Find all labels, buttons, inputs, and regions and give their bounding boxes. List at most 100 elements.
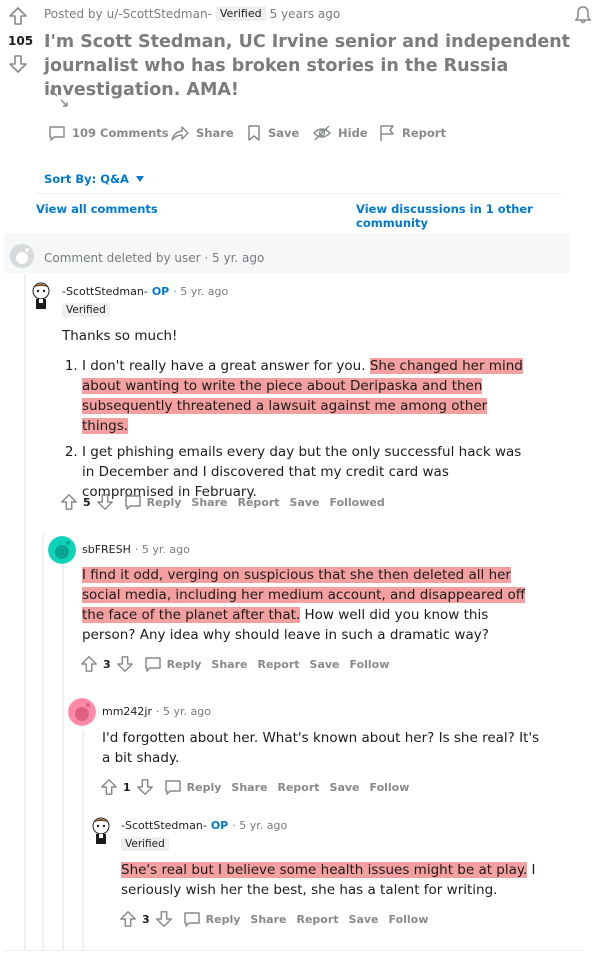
report-label: Report — [402, 126, 446, 140]
deleted-age: · 5 yr. ago — [204, 251, 265, 265]
hide-label: Hide — [338, 126, 368, 140]
thread-line[interactable] — [82, 730, 84, 950]
verified-badge: Verified — [62, 303, 110, 317]
reply-button[interactable]: Reply — [164, 778, 222, 796]
comment-author[interactable]: mm242jr — [102, 705, 152, 718]
share-button[interactable]: Share — [191, 496, 227, 509]
comments-button[interactable]: 109 Comments — [48, 124, 169, 142]
thread-line[interactable] — [24, 274, 26, 950]
comment-icon — [124, 495, 141, 510]
upvote-icon[interactable] — [100, 778, 118, 796]
share-button[interactable]: Share — [250, 913, 286, 926]
deleted-comment-text: Comment deleted by user · 5 yr. ago — [44, 251, 264, 265]
upvote-icon[interactable] — [8, 6, 28, 26]
comment-header: mm242jr · 5 yr. ago — [102, 705, 211, 718]
report-button[interactable]: Report — [296, 913, 338, 926]
save-button[interactable]: Save — [290, 496, 320, 509]
save-button[interactable]: Save — [349, 913, 379, 926]
comment-age[interactable]: · 5 yr. ago — [173, 285, 228, 298]
scott-avatar[interactable] — [88, 815, 114, 847]
save-label: Save — [268, 126, 300, 140]
comment-actions: 1 Reply Share Report Save Follow — [100, 778, 409, 796]
follow-button[interactable]: Followed — [330, 496, 385, 509]
comment-header: sbFRESH · 5 yr. ago — [82, 543, 190, 556]
comment-body: I find it odd, verging on suspicious tha… — [82, 565, 542, 645]
report-button[interactable]: Report — [257, 658, 299, 671]
scott-avatar[interactable] — [28, 280, 54, 312]
upvote-icon[interactable] — [119, 910, 137, 928]
posted-by-label: Posted by — [44, 6, 103, 21]
share-button[interactable]: Share — [211, 658, 247, 671]
comment-actions: 5 Reply Share Report Save Followed — [60, 493, 385, 511]
save-button[interactable]: Save — [310, 658, 340, 671]
upvote-icon[interactable] — [60, 493, 78, 511]
highlighted-text: She's real but I believe some health iss… — [121, 862, 528, 878]
report-button[interactable]: Report — [277, 781, 319, 794]
vote-count: 5 — [83, 495, 91, 509]
comment-age[interactable]: · 5 yr. ago — [232, 819, 287, 832]
reply-button[interactable]: Reply — [144, 655, 202, 673]
reply-label: Reply — [166, 657, 202, 671]
hide-button[interactable]: Hide — [312, 124, 368, 142]
post-age: 5 years ago — [269, 6, 341, 21]
comment-author[interactable]: -ScottStedman- — [62, 285, 148, 298]
downvote-icon[interactable] — [116, 655, 134, 673]
upvote-icon[interactable] — [80, 655, 98, 673]
follow-button[interactable]: Follow — [389, 913, 429, 926]
reply-label: Reply — [205, 912, 241, 926]
comment-author[interactable]: -ScottStedman- — [121, 819, 207, 832]
downvote-icon[interactable] — [96, 493, 114, 511]
comment-actions: 3 Reply Share Report Save Follow — [80, 655, 389, 673]
comment-body: I'd forgotten about her. What's known ab… — [102, 730, 540, 766]
deleted-label: Comment deleted by user — [44, 251, 201, 265]
post-score: 105 — [8, 34, 34, 48]
downvote-icon[interactable] — [8, 54, 28, 74]
comment-author[interactable]: sbFRESH — [82, 543, 131, 556]
divider — [36, 193, 562, 194]
view-other-community-link[interactable]: View discussions in 1 other community — [356, 202, 598, 230]
thread-line[interactable] — [62, 566, 64, 950]
downvote-icon[interactable] — [136, 778, 154, 796]
comment-age[interactable]: · 5 yr. ago — [156, 705, 211, 718]
comment-header: -ScottStedman- OP · 5 yr. ago — [121, 819, 287, 832]
comment-icon — [144, 657, 161, 672]
share-label: Share — [196, 126, 234, 140]
comment-body: She's real but I believe some health iss… — [121, 860, 541, 900]
post-meta: Posted by u/-ScottStedman- Verified 5 ye… — [44, 6, 340, 21]
comment-intro: Thanks so much! — [62, 328, 178, 344]
sbfresh-avatar[interactable] — [48, 536, 76, 564]
comment-icon — [183, 912, 200, 927]
reply-button[interactable]: Reply — [183, 910, 241, 928]
reply-button[interactable]: Reply — [124, 493, 182, 511]
report-button[interactable]: Report — [378, 124, 446, 142]
share-button[interactable]: Share — [231, 781, 267, 794]
comment-icon — [49, 126, 65, 141]
poster-link[interactable]: u/-ScottStedman- — [107, 7, 212, 21]
comment-header: -ScottStedman- OP · 5 yr. ago — [62, 285, 228, 298]
bookmark-icon — [248, 125, 260, 141]
share-button[interactable]: Share — [170, 124, 234, 142]
reply-label: Reply — [186, 780, 222, 794]
downvote-icon[interactable] — [155, 910, 173, 928]
save-button[interactable]: Save — [330, 781, 360, 794]
view-all-comments-link[interactable]: View all comments — [36, 202, 158, 216]
follow-button[interactable]: Follow — [350, 658, 390, 671]
mm242jr-avatar[interactable] — [68, 698, 96, 726]
save-button[interactable]: Save — [246, 124, 299, 142]
comment-age[interactable]: · 5 yr. ago — [135, 543, 190, 556]
report-button[interactable]: Report — [237, 496, 279, 509]
comment-body: Thanks so much! I don't really have a gr… — [62, 326, 532, 508]
expand-icon[interactable] — [48, 87, 70, 114]
bell-icon[interactable] — [574, 5, 592, 30]
vote-count: 3 — [103, 657, 111, 671]
thread-line[interactable] — [42, 534, 44, 950]
follow-button[interactable]: Follow — [370, 781, 410, 794]
op-badge: OP — [151, 285, 170, 298]
deleted-avatar-icon — [10, 244, 34, 268]
op-badge: OP — [210, 819, 229, 832]
sort-dropdown[interactable]: Sort By: Q&A — [44, 172, 145, 186]
post-title[interactable]: I'm Scott Stedman, UC Irvine senior and … — [44, 30, 589, 102]
share-icon — [171, 126, 189, 141]
verified-badge: Verified — [121, 837, 169, 851]
reply-label: Reply — [146, 495, 182, 509]
